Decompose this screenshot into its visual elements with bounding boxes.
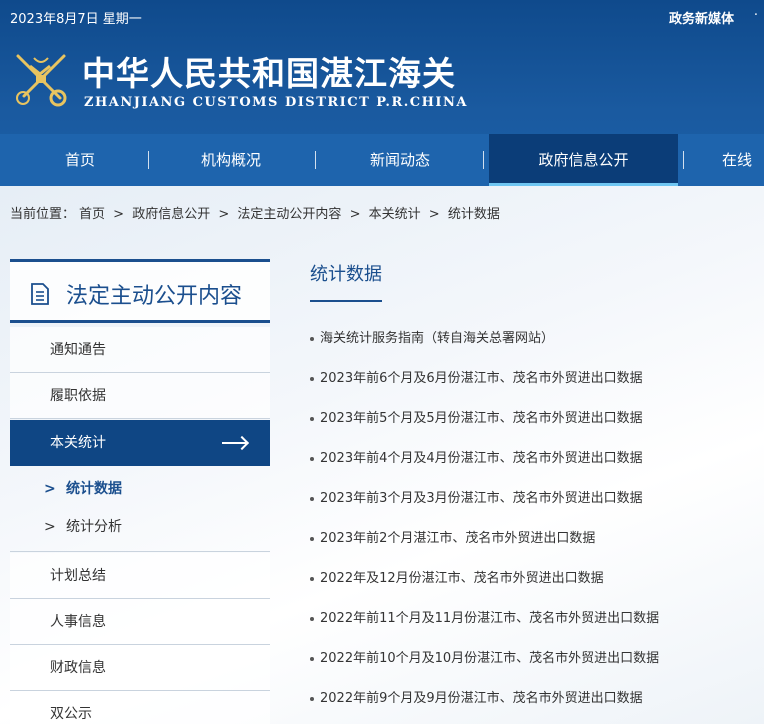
list-item[interactable]: 2022年及12月份湛江市、茂名市外贸进出口数据 xyxy=(310,562,604,602)
breadcrumb-prefix: 当前位置： xyxy=(10,207,76,222)
nav-separator xyxy=(148,151,149,169)
breadcrumb-legal-disclosure[interactable]: 法定主动公开内容 xyxy=(237,207,341,222)
sidebar-item-finance[interactable]: 财政信息 xyxy=(10,645,270,691)
arrow-right-icon xyxy=(222,442,246,444)
list-item[interactable]: 海关统计服务指南（转自海关总署网站） xyxy=(310,322,554,362)
site-title-en: ZHANJIANG CUSTOMS DISTRICT P.R.CHINA xyxy=(84,95,468,110)
list-item[interactable]: 2023年前3个月及3月份湛江市、茂名市外贸进出口数据 xyxy=(310,482,643,522)
list-item[interactable]: 2022年前10个月及10月份湛江市、茂名市外贸进出口数据 xyxy=(310,642,659,682)
sidebar-sub-stats-data[interactable]: > 统计数据 xyxy=(10,470,270,508)
content-area: 当前位置： 首页 > 政府信息公开 > 法定主动公开内容 > 本关统计 > 统计数… xyxy=(0,186,764,724)
list-item[interactable]: 2022年前9个月及9月份湛江市、茂名市外贸进出口数据 xyxy=(310,682,643,722)
list-item[interactable]: 2023年前2个月湛江市、茂名市外贸进出口数据 xyxy=(310,522,595,562)
sidebar: 法定主动公开内容 通知通告 履职依据 本关统计 > 统计数据 > 统计分析 计划总结… xyxy=(10,259,270,724)
nav-online[interactable]: 在线 xyxy=(722,134,764,186)
breadcrumb-gov-info[interactable]: 政府信息公开 xyxy=(132,207,210,222)
gov-new-media-link[interactable]: 政务新媒体 xyxy=(669,8,734,27)
breadcrumb-sep: > xyxy=(113,207,125,222)
breadcrumb-sep: > xyxy=(349,207,361,222)
sidebar-item-label: 本关统计 xyxy=(50,435,106,451)
nav-news[interactable]: 新闻动态 xyxy=(338,134,462,186)
sidebar-sub-label: 统计数据 xyxy=(66,481,122,497)
nav-separator xyxy=(683,151,684,169)
breadcrumb-stats-data[interactable]: 统计数据 xyxy=(448,207,500,222)
page-title: 统计数据 xyxy=(310,264,382,285)
top-bar: 2023年8月7日 星期一 政务新媒体 · xyxy=(0,0,764,32)
sidebar-header: 法定主动公开内容 xyxy=(10,259,270,323)
sidebar-item-notices[interactable]: 通知通告 xyxy=(10,327,270,373)
sidebar-sub-stats-analysis[interactable]: > 统计分析 xyxy=(10,508,270,552)
nav-separator xyxy=(315,151,316,169)
sidebar-sub-label: 统计分析 xyxy=(66,519,122,535)
list-item[interactable]: 2023年前6个月及6月份湛江市、茂名市外贸进出口数据 xyxy=(310,362,643,402)
nav-about[interactable]: 机构概况 xyxy=(176,134,286,186)
sidebar-item-plans[interactable]: 计划总结 xyxy=(10,553,270,599)
site-header: 2023年8月7日 星期一 政务新媒体 · 中华人民共和国湛江海关 ZHANJI… xyxy=(0,0,764,186)
list-item[interactable]: 2023年前5个月及5月份湛江市、茂名市外贸进出口数据 xyxy=(310,402,643,442)
title-underline xyxy=(310,300,382,302)
customs-emblem-icon[interactable] xyxy=(10,48,72,110)
chevron-right-icon: > xyxy=(44,481,56,497)
nav-home[interactable]: 首页 xyxy=(30,134,130,186)
breadcrumb-sep: > xyxy=(218,207,230,222)
sidebar-title: 法定主动公开内容 xyxy=(66,284,243,309)
breadcrumb: 当前位置： 首页 > 政府信息公开 > 法定主动公开内容 > 本关统计 > 统计数… xyxy=(10,203,504,222)
sidebar-item-local-stats[interactable]: 本关统计 xyxy=(10,420,270,466)
nav-separator xyxy=(483,151,484,169)
breadcrumb-home[interactable]: 首页 xyxy=(79,207,105,222)
site-title: 中华人民共和国湛江海关 xyxy=(82,54,456,93)
breadcrumb-sep: > xyxy=(428,207,440,222)
current-date: 2023年8月7日 星期一 xyxy=(10,12,142,27)
sidebar-item-duty-basis[interactable]: 履职依据 xyxy=(10,373,270,419)
topbar-more[interactable]: · xyxy=(754,8,758,23)
document-icon xyxy=(31,283,49,305)
sidebar-item-dual-publicity[interactable]: 双公示 xyxy=(10,691,270,724)
chevron-right-icon: > xyxy=(44,519,56,535)
nav-gov-info[interactable]: 政府信息公开 xyxy=(489,134,678,186)
sidebar-item-personnel[interactable]: 人事信息 xyxy=(10,599,270,645)
main-nav: 首页 机构概况 新闻动态 政府信息公开 在线 xyxy=(0,134,764,186)
list-item[interactable]: 2022年前11个月及11月份湛江市、茂名市外贸进出口数据 xyxy=(310,602,659,642)
list-item[interactable]: 2023年前4个月及4月份湛江市、茂名市外贸进出口数据 xyxy=(310,442,643,482)
breadcrumb-local-stats[interactable]: 本关统计 xyxy=(369,207,421,222)
